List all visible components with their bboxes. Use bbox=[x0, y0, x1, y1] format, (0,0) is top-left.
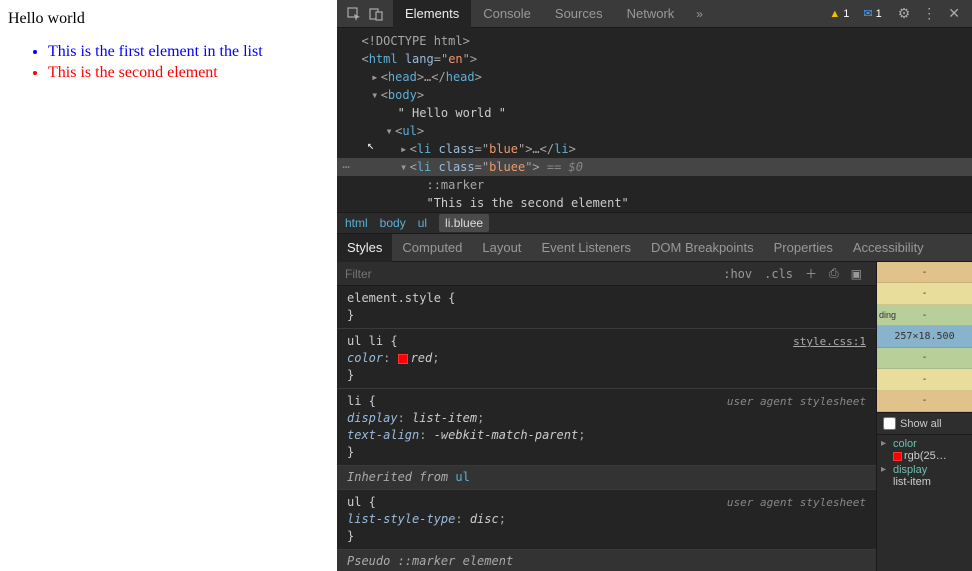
disclosure-triangle-icon[interactable]: ▾ bbox=[383, 122, 395, 140]
new-rule-icon[interactable]: ＋ bbox=[799, 265, 823, 282]
rendered-page: Hello world This is the first element in… bbox=[0, 0, 337, 571]
styles-rules-column: :hov .cls ＋ ⎙ ▣ element.style { } style.… bbox=[337, 262, 876, 571]
box-model-diagram[interactable]: - - ding- 257×18.500 - - - bbox=[877, 262, 972, 412]
cls-toggle[interactable]: .cls bbox=[758, 267, 799, 281]
page-heading: Hello world bbox=[8, 10, 329, 28]
subtab-event-listeners[interactable]: Event Listeners bbox=[531, 234, 641, 262]
subtab-properties[interactable]: Properties bbox=[764, 234, 843, 262]
breadcrumb-item[interactable]: body bbox=[380, 216, 406, 230]
inherited-from-header: Inherited from ul bbox=[337, 466, 876, 490]
devtools-panel: Elements Console Sources Network » ▲1 ✉1… bbox=[337, 0, 972, 571]
dom-line[interactable]: ▸<li class="blue">…</li> bbox=[337, 140, 972, 158]
settings-icon[interactable]: ⚙ bbox=[892, 5, 917, 22]
tab-sources[interactable]: Sources bbox=[543, 0, 615, 28]
source-link[interactable]: style.css:1 bbox=[793, 333, 866, 350]
gutter-actions-icon[interactable]: ⋯ bbox=[337, 158, 355, 176]
warning-icon: ▲ bbox=[829, 8, 840, 20]
messages-badge[interactable]: ✉1 bbox=[859, 6, 885, 22]
more-tabs-icon[interactable]: » bbox=[692, 7, 707, 21]
subtab-dom-breakpoints[interactable]: DOM Breakpoints bbox=[641, 234, 764, 262]
hov-toggle[interactable]: :hov bbox=[717, 267, 758, 281]
computed-properties-list[interactable]: ▸ color rgb(25… ▸ display list-item bbox=[877, 435, 972, 491]
computed-row[interactable]: ▸ display list-item bbox=[881, 463, 968, 489]
dom-line[interactable]: ::marker bbox=[337, 176, 972, 194]
disclosure-triangle-icon[interactable]: ▸ bbox=[398, 140, 410, 158]
warnings-badge[interactable]: ▲1 bbox=[825, 6, 853, 22]
dom-line[interactable]: ▸<head>…</head> bbox=[337, 68, 972, 86]
css-rules-list[interactable]: element.style { } style.css:1 ul li { co… bbox=[337, 286, 876, 571]
tab-console[interactable]: Console bbox=[471, 0, 543, 28]
dom-line[interactable]: ▾<body> bbox=[337, 86, 972, 104]
menu-icon[interactable]: ⋮ bbox=[916, 5, 942, 22]
dom-line[interactable]: " Hello world " bbox=[337, 104, 972, 122]
devtools-toolbar: Elements Console Sources Network » ▲1 ✉1… bbox=[337, 0, 972, 28]
subtab-accessibility[interactable]: Accessibility bbox=[843, 234, 934, 262]
disclosure-triangle-icon[interactable]: ▸ bbox=[369, 68, 381, 86]
rule-ul-ua[interactable]: user agent stylesheet ul { list-style-ty… bbox=[337, 490, 876, 550]
styles-pane: :hov .cls ＋ ⎙ ▣ element.style { } style.… bbox=[337, 262, 972, 571]
device-toggle-icon[interactable] bbox=[365, 4, 387, 24]
subtab-styles[interactable]: Styles bbox=[337, 234, 392, 262]
styles-sidebar: - - ding- 257×18.500 - - - Show all ▸ co… bbox=[876, 262, 972, 571]
list-item: This is the first element in the list bbox=[48, 42, 329, 63]
subtab-layout[interactable]: Layout bbox=[472, 234, 531, 262]
dom-breadcrumb: html body ul li.bluee bbox=[337, 212, 972, 234]
disclosure-triangle-icon[interactable]: ▾ bbox=[369, 86, 381, 104]
tab-elements[interactable]: Elements bbox=[393, 0, 471, 28]
tab-network[interactable]: Network bbox=[615, 0, 687, 28]
devtools-main-tabs: Elements Console Sources Network bbox=[393, 0, 686, 28]
elements-dom-tree[interactable]: <!DOCTYPE html> <html lang="en"> ▸<head>… bbox=[337, 28, 972, 212]
rule-li-ua[interactable]: user agent stylesheet li { display: list… bbox=[337, 389, 876, 466]
color-swatch-icon[interactable] bbox=[893, 452, 902, 461]
dom-line[interactable]: <html lang="en"> bbox=[337, 50, 972, 68]
disclosure-triangle-icon[interactable]: ▸ bbox=[881, 438, 889, 449]
disclosure-triangle-icon[interactable]: ▾ bbox=[398, 158, 410, 176]
show-all-checkbox[interactable] bbox=[883, 417, 896, 430]
subtab-computed[interactable]: Computed bbox=[392, 234, 472, 262]
dom-line[interactable]: ▾<ul> bbox=[337, 122, 972, 140]
rule-ul-li[interactable]: style.css:1 ul li { color: red; } bbox=[337, 329, 876, 389]
device-icon[interactable]: ⎙ bbox=[823, 266, 845, 281]
disclosure-triangle-icon[interactable]: ▸ bbox=[881, 464, 889, 475]
computed-row[interactable]: ▸ color rgb(25… bbox=[881, 437, 968, 463]
styles-filter-input[interactable] bbox=[345, 267, 717, 281]
color-swatch-icon[interactable] bbox=[398, 354, 408, 364]
page-list: This is the first element in the list Th… bbox=[8, 42, 329, 84]
styles-sub-tabs: Styles Computed Layout Event Listeners D… bbox=[337, 234, 972, 262]
rule-element-style[interactable]: element.style { } bbox=[337, 286, 876, 329]
pseudo-marker-header: Pseudo ::marker element bbox=[337, 550, 876, 571]
dom-line[interactable]: <!DOCTYPE html> bbox=[337, 32, 972, 50]
styles-filter-bar: :hov .cls ＋ ⎙ ▣ bbox=[337, 262, 876, 286]
close-icon[interactable]: ✕ bbox=[942, 5, 966, 22]
computed-filter-bar: Show all bbox=[877, 412, 972, 435]
ua-stylesheet-label: user agent stylesheet bbox=[727, 393, 866, 410]
breadcrumb-item-active[interactable]: li.bluee bbox=[439, 214, 489, 232]
breadcrumb-item[interactable]: html bbox=[345, 216, 368, 230]
dom-line-selected[interactable]: ⋯ ▾<li class="bluee"> == $0 bbox=[337, 158, 972, 176]
show-all-label: Show all bbox=[900, 418, 942, 430]
list-item: This is the second element bbox=[48, 63, 329, 84]
inspect-icon[interactable] bbox=[343, 4, 365, 24]
message-icon: ✉ bbox=[863, 7, 872, 20]
panel-toggle-icon[interactable]: ▣ bbox=[845, 267, 868, 281]
breadcrumb-item[interactable]: ul bbox=[418, 216, 427, 230]
dom-line[interactable]: "This is the second element" bbox=[337, 194, 972, 212]
ua-stylesheet-label: user agent stylesheet bbox=[727, 494, 866, 511]
